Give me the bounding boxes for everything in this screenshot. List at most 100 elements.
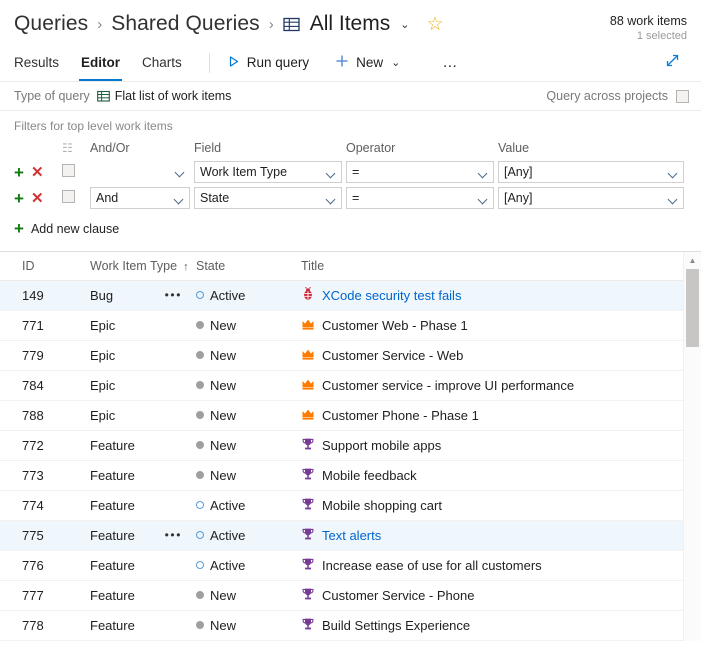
delete-clause-icon[interactable]: ✕ xyxy=(31,165,44,180)
table-row[interactable]: 772 Feature New Support mobile apps xyxy=(0,430,683,461)
work-item-type-label: Epic xyxy=(90,377,116,393)
row-context-menu-icon[interactable]: ••• xyxy=(165,528,182,542)
run-query-button[interactable]: Run query xyxy=(223,55,313,71)
filter-value-dropdown[interactable]: [Any] xyxy=(498,187,684,209)
cell-state: New xyxy=(190,580,292,611)
row-context-menu-icon[interactable]: ••• xyxy=(165,288,182,302)
tab-editor[interactable]: Editor xyxy=(70,44,131,81)
work-item-title-link[interactable]: Customer service - improve UI performanc… xyxy=(322,378,574,393)
filter-operator-cell: = xyxy=(346,159,498,185)
work-item-title-link[interactable]: Customer Web - Phase 1 xyxy=(322,318,468,333)
work-item-title-link[interactable]: Build Settings Experience xyxy=(322,618,470,633)
more-options-button[interactable]: … xyxy=(442,54,459,71)
column-header-id[interactable]: ID xyxy=(0,252,68,281)
work-item-type-label: Epic xyxy=(90,347,116,363)
work-item-count-total: 88 work items xyxy=(609,14,687,28)
column-header-work-item-type[interactable]: Work Item Type ↑ xyxy=(68,252,190,281)
table-row[interactable]: 149 Bug ••• Active XCode security test fails xyxy=(0,280,683,311)
filter-clauses-table: ☷ And/Or Field Operator Value + ✕ Work I… xyxy=(14,141,688,211)
cell-title: XCode security test fails xyxy=(292,280,683,311)
add-new-clause-button[interactable]: + Add new clause xyxy=(14,220,689,237)
state-label: New xyxy=(210,437,237,453)
query-type-value[interactable]: Flat list of work items xyxy=(96,89,231,103)
table-row[interactable]: 778 Feature New Build Settings Experience xyxy=(0,610,683,641)
cell-id: 777 xyxy=(0,580,68,611)
work-item-title-link[interactable]: Mobile shopping cart xyxy=(322,498,442,513)
table-row[interactable]: 773 Feature New Mobile feedback xyxy=(0,460,683,491)
scrollbar-thumb[interactable] xyxy=(686,269,699,347)
tab-charts[interactable]: Charts xyxy=(131,44,193,81)
query-type-bar: Type of query Flat list of work items Qu… xyxy=(0,82,701,110)
chevron-down-icon[interactable]: ⌄ xyxy=(400,18,409,31)
column-header-state-label: State xyxy=(196,258,226,273)
table-row[interactable]: 784 Epic New Customer service - improve UI … xyxy=(0,370,683,401)
work-item-title-link[interactable]: Customer Service - Phone xyxy=(322,588,474,603)
filter-andor-dropdown[interactable]: And xyxy=(90,187,190,209)
filter-field-cell: Work Item Type xyxy=(194,159,346,185)
cell-title: Customer Service - Web xyxy=(292,340,683,371)
work-item-title-link[interactable]: Customer Phone - Phase 1 xyxy=(322,408,479,423)
cell-id: 778 xyxy=(0,610,68,641)
query-type-label: Type of query xyxy=(14,89,90,103)
toolbar: Results Editor Charts Run query New ⌄ … xyxy=(0,44,701,81)
favorite-star-icon[interactable]: ☆ xyxy=(426,15,443,34)
state-label: New xyxy=(210,467,237,483)
table-row[interactable]: 776 Feature Active Increase ease of use for… xyxy=(0,550,683,581)
tab-results-label: Results xyxy=(14,55,60,70)
new-button[interactable]: New ⌄ xyxy=(331,54,404,71)
column-header-work-item-type-label: Work Item Type xyxy=(90,258,178,273)
breadcrumb-item-queries[interactable]: Queries xyxy=(14,12,88,36)
work-item-type-label: Feature xyxy=(90,557,135,573)
state-label: Active xyxy=(210,527,246,543)
feature-trophy-icon xyxy=(301,617,315,634)
filter-value-dropdown[interactable]: [Any] xyxy=(498,161,684,183)
filter-andor-header: And/Or xyxy=(90,141,130,155)
feature-trophy-icon xyxy=(301,467,315,484)
cell-state: Active xyxy=(190,490,292,521)
work-item-title-link[interactable]: Increase ease of use for all customers xyxy=(322,558,542,573)
filter-field-dropdown[interactable]: State xyxy=(194,187,342,209)
filter-field-cell: State xyxy=(194,185,346,211)
cell-id: 774 xyxy=(0,490,68,521)
work-item-title-link[interactable]: Mobile feedback xyxy=(322,468,417,483)
table-row[interactable]: 779 Epic New Customer Service - Web xyxy=(0,340,683,371)
table-row[interactable]: 771 Epic New Customer Web - Phase 1 xyxy=(0,310,683,341)
filter-row-checkbox[interactable] xyxy=(62,164,75,177)
cell-title: Mobile feedback xyxy=(292,460,683,491)
table-row[interactable]: 775 Feature ••• Active Text alerts xyxy=(0,520,683,551)
breadcrumb-item-all-items[interactable]: All Items xyxy=(310,12,391,36)
state-indicator-icon xyxy=(196,621,204,629)
column-header-state[interactable]: State xyxy=(190,252,292,281)
breadcrumb-separator: › xyxy=(97,15,103,33)
column-header-title[interactable]: Title xyxy=(292,252,683,281)
work-item-title-link[interactable]: Text alerts xyxy=(322,528,381,543)
filter-field-dropdown[interactable]: Work Item Type xyxy=(194,161,342,183)
add-clause-icon[interactable]: + xyxy=(14,190,24,207)
table-row[interactable]: 777 Feature New Customer Service - Phone xyxy=(0,580,683,611)
work-item-title-link[interactable]: Customer Service - Web xyxy=(322,348,463,363)
filter-header-row: ☷ And/Or Field Operator Value xyxy=(14,141,688,159)
results-scrollbar[interactable]: ▲ xyxy=(683,252,701,641)
query-across-projects-checkbox[interactable] xyxy=(676,89,689,103)
filter-operator-dropdown[interactable]: = xyxy=(346,161,494,183)
epic-crown-icon xyxy=(301,407,315,424)
cell-work-item-type: Epic xyxy=(68,370,190,401)
filter-operator-dropdown[interactable]: = xyxy=(346,187,494,209)
expand-diagonal-icon[interactable] xyxy=(664,52,681,72)
feature-trophy-icon xyxy=(301,557,315,574)
add-clause-icon[interactable]: + xyxy=(14,164,24,181)
filter-row-checkbox[interactable] xyxy=(62,190,75,203)
cell-id: 149 xyxy=(0,280,68,311)
tab-results[interactable]: Results xyxy=(14,44,70,81)
state-indicator-icon xyxy=(196,381,204,389)
breadcrumb-item-shared-queries[interactable]: Shared Queries xyxy=(111,12,259,36)
work-item-title-link[interactable]: XCode security test fails xyxy=(322,288,461,303)
work-item-title-link[interactable]: Support mobile apps xyxy=(322,438,441,453)
cell-state: New xyxy=(190,370,292,401)
scroll-up-button[interactable]: ▲ xyxy=(684,252,701,269)
table-row[interactable]: 774 Feature Active Mobile shopping cart xyxy=(0,490,683,521)
work-item-type-label: Feature xyxy=(90,527,135,543)
cell-id: 772 xyxy=(0,430,68,461)
delete-clause-icon[interactable]: ✕ xyxy=(31,191,44,206)
table-row[interactable]: 788 Epic New Customer Phone - Phase 1 xyxy=(0,400,683,431)
